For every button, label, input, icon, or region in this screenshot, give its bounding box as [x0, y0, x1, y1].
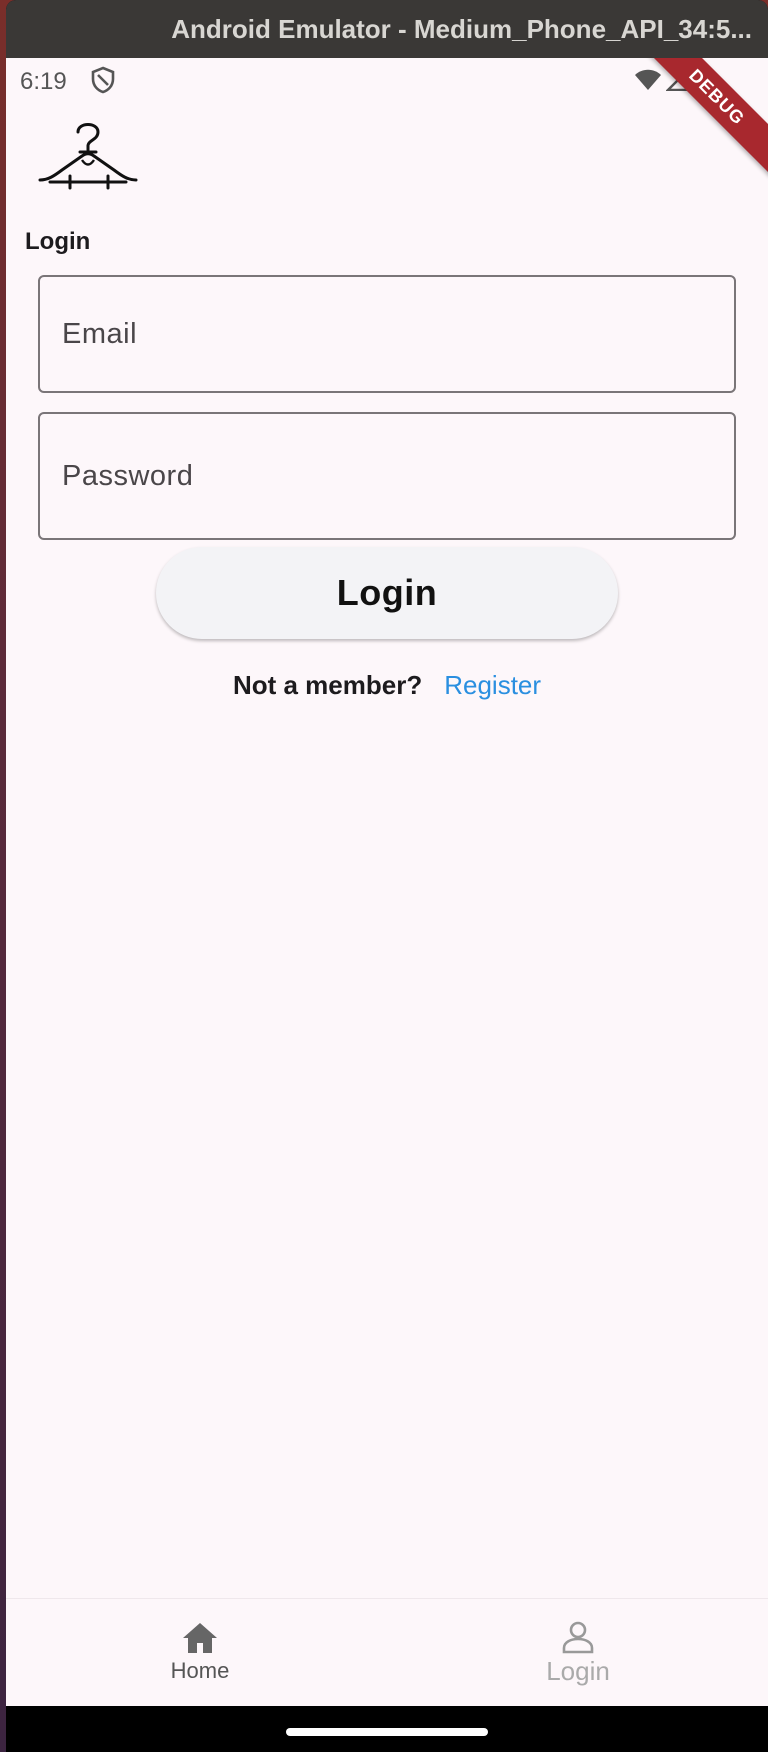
nav-item-login[interactable]: Login — [478, 1599, 678, 1706]
person-icon — [562, 1621, 594, 1653]
bottom-navigation: Home Login — [6, 1598, 768, 1706]
phone-screen: 6:19 DEBUG Login Email Password Login No… — [6, 58, 768, 1706]
password-field[interactable]: Password — [38, 412, 736, 540]
status-bar: 6:19 DEBUG — [6, 58, 768, 177]
password-placeholder: Password — [62, 459, 194, 492]
home-icon — [183, 1623, 217, 1653]
nav-label-home: Home — [170, 1658, 230, 1683]
nav-label-login: Login — [546, 1655, 610, 1686]
wifi-icon — [635, 69, 661, 90]
page-title: Login — [25, 228, 91, 255]
email-field[interactable]: Email — [38, 275, 736, 393]
gesture-navigation-bar — [6, 1706, 768, 1752]
window-titlebar[interactable]: Android Emulator - Medium_Phone_API_34:5… — [6, 0, 768, 58]
hanger-logo-icon — [36, 120, 140, 192]
emulator-window: Android Emulator - Medium_Phone_API_34:5… — [6, 0, 768, 1752]
window-title: Android Emulator - Medium_Phone_API_34:5… — [171, 13, 752, 44]
email-placeholder: Email — [62, 317, 138, 350]
home-gesture-handle[interactable] — [286, 1728, 488, 1736]
nav-item-home[interactable]: Home — [100, 1599, 300, 1706]
register-link[interactable]: Register — [444, 670, 541, 701]
register-prompt: Not a member? Register — [6, 670, 768, 701]
shield-icon — [90, 66, 116, 94]
register-question: Not a member? — [232, 670, 423, 700]
status-time: 6:19 — [20, 68, 67, 95]
login-button[interactable]: Login — [156, 547, 618, 639]
